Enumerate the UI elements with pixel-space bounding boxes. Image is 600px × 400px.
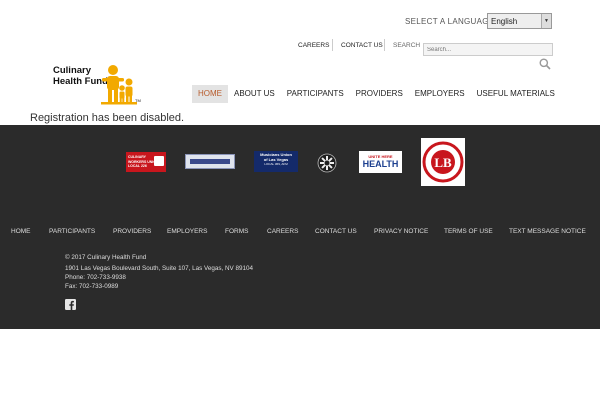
trademark-mark: TM: [135, 98, 141, 103]
footer-link-providers[interactable]: PROVIDERS: [113, 228, 151, 235]
search-icon[interactable]: [539, 58, 551, 70]
contact-us-link[interactable]: CONTACT US: [341, 42, 383, 49]
logo-line-2: Health Fund: [53, 75, 108, 87]
search-input[interactable]: [423, 43, 553, 56]
nav-item-useful-materials[interactable]: USEFUL MATERIALS: [471, 85, 561, 103]
phone-text: Phone: 702-733-9938: [65, 274, 126, 281]
util-divider: [332, 39, 333, 51]
chevron-down-icon: ▼: [541, 14, 551, 28]
footer-link-careers[interactable]: CAREERS: [267, 228, 298, 235]
footer-nav: HOME PARTICIPANTS PROVIDERS EMPLOYERS FO…: [0, 228, 600, 240]
nav-item-employers[interactable]: EMPLOYERS: [409, 85, 471, 103]
nav-item-about-us[interactable]: ABOUT US: [228, 85, 281, 103]
footer-link-privacy-notice[interactable]: PRIVACY NOTICE: [374, 228, 428, 235]
footer-link-employers[interactable]: EMPLOYERS: [167, 228, 207, 235]
copyright-text: © 2017 Culinary Health Fund: [65, 254, 147, 261]
site-footer: CULINARY WORKERS UNION LOCAL 226 Musicia…: [0, 125, 600, 329]
musicians-logo-line-3: LOCAL 369, AFM: [264, 162, 288, 166]
logo-wordmark: Culinary Health Fund: [53, 65, 108, 87]
footer-link-terms-of-use[interactable]: TERMS OF USE: [444, 228, 493, 235]
util-divider: [384, 39, 385, 51]
nav-item-participants[interactable]: PARTICIPANTS: [281, 85, 350, 103]
language-label: SELECT A LANGUAGE: [405, 17, 495, 26]
musicians-union-logo[interactable]: Musicians Union of Las Vegas LOCAL 369, …: [254, 151, 298, 172]
footer-link-participants[interactable]: PARTICIPANTS: [49, 228, 95, 235]
star-emblem-icon[interactable]: [317, 153, 337, 173]
fax-text: Fax: 702-733-0989: [65, 283, 119, 290]
banner-stripe: [190, 159, 230, 164]
search-label: SEARCH: [393, 42, 421, 49]
registration-disabled-message: Registration has been disabled.: [30, 112, 185, 124]
bartenders-monogram: LB: [434, 155, 452, 170]
footer-link-text-message-notice[interactable]: TEXT MESSAGE NOTICE: [509, 228, 586, 235]
unite-here-health-logo[interactable]: UNITE HERE HEALTH: [359, 151, 402, 173]
unite-here-line-2: HEALTH: [362, 159, 399, 169]
culinary-union-logo[interactable]: CULINARY WORKERS UNION LOCAL 226: [126, 152, 166, 172]
bartenders-union-logo[interactable]: LB: [421, 138, 465, 186]
language-select[interactable]: English ▼: [487, 13, 552, 29]
nav-item-providers[interactable]: PROVIDERS: [350, 85, 409, 103]
nav-item-home[interactable]: HOME: [192, 85, 228, 103]
language-select-value: English: [491, 17, 518, 26]
footer-link-home[interactable]: HOME: [11, 228, 31, 235]
careers-link[interactable]: CAREERS: [298, 42, 329, 49]
logo-line-1: Culinary: [53, 65, 92, 76]
main-nav: HOME ABOUT US PARTICIPANTS PROVIDERS EMP…: [192, 85, 561, 103]
facebook-icon[interactable]: [65, 299, 76, 310]
footer-link-forms[interactable]: FORMS: [225, 228, 248, 235]
partner-logo-blue-banner[interactable]: [185, 154, 235, 169]
culinary-health-fund-logo[interactable]: Culinary Health Fund TM: [53, 64, 141, 106]
family-figures-icon: [101, 65, 137, 105]
culinary-emblem-icon: [154, 156, 164, 166]
address-text: 1901 Las Vegas Boulevard South, Suite 10…: [65, 265, 253, 272]
footer-link-contact-us[interactable]: CONTACT US: [315, 228, 357, 235]
